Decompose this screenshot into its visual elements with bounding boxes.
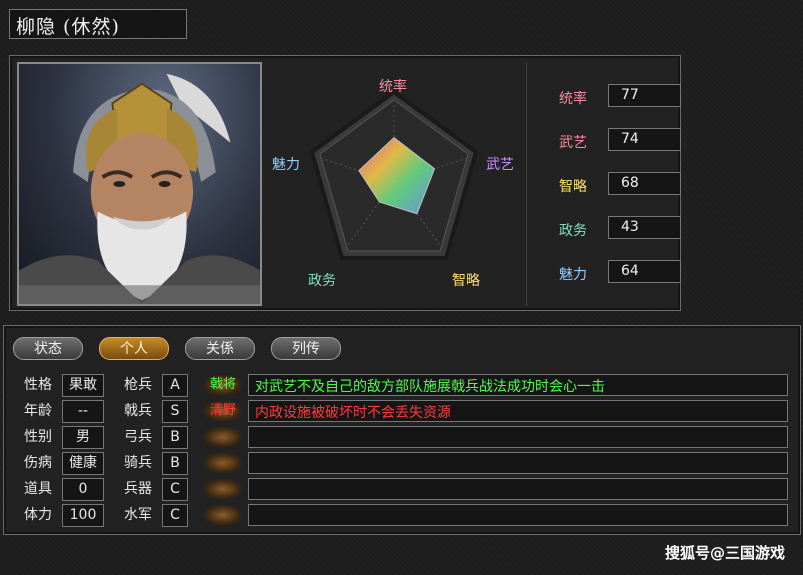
personal-label: 体力 [24,507,52,523]
aptitude-grade: B [162,452,188,475]
stat-value-war: 74 [608,128,681,151]
stat-value-intel: 68 [608,172,681,195]
aptitude-grade: B [162,426,188,449]
skill-tag-empty[interactable] [204,453,242,473]
portrait-image [19,73,260,304]
stat-label-charm: 魅力 [559,267,587,283]
tab-biography[interactable]: 列传 [271,337,341,360]
aptitude-label: 弓兵 [124,429,152,445]
stat-row-command: 统率 77 [547,84,681,110]
stat-row-war: 武艺 74 [547,128,681,154]
stat-label-politics: 政务 [559,223,587,239]
aptitude-grade: S [162,400,188,423]
general-name: 柳隐 (休然) [16,16,120,38]
skill-description-empty [248,504,788,526]
aptitude-label: 骑兵 [124,455,152,471]
radar-label-charm: 魅力 [272,157,300,173]
skill-tag[interactable]: 清野 [204,401,242,421]
tab-status[interactable]: 状态 [13,337,83,360]
aptitude-grade: C [162,504,188,527]
personal-value: 健康 [62,452,104,475]
radar-label-war: 武艺 [486,157,514,173]
aptitude-grade: A [162,374,188,397]
skill-description: 内政设施被破坏时不会丢失资源 [248,400,788,422]
stat-row-charm: 魅力 64 [547,260,681,286]
aptitude-label: 戟兵 [124,403,152,419]
stat-label-command: 统率 [559,91,587,107]
stat-value-politics: 43 [608,216,681,239]
skill-description-empty [248,478,788,500]
skill-tag-empty[interactable] [204,505,242,525]
general-portrait [17,62,262,306]
aptitude-grade: C [162,478,188,501]
watermark: 搜狐号@三国游戏 [664,544,785,562]
aptitude-label: 兵器 [124,481,152,497]
skill-tag-empty[interactable] [204,427,242,447]
stat-row-intel: 智略 68 [547,172,681,198]
personal-label: 伤病 [24,455,52,471]
stat-row-politics: 政务 43 [547,216,681,242]
personal-label: 道具 [24,481,52,497]
personal-value: 男 [62,426,104,449]
personal-label: 性格 [24,377,52,393]
stats-column: 统率 77 武艺 74 智略 68 政务 43 魅力 64 [526,62,681,306]
personal-value: -- [62,400,104,423]
skill-tag-empty[interactable] [204,479,242,499]
aptitude-label: 枪兵 [124,377,152,393]
personal-label: 年龄 [24,403,52,419]
personal-value: 果敢 [62,374,104,397]
personal-value: 0 [62,478,104,501]
tab-relations[interactable]: 关係 [185,337,255,360]
skill-description: 对武艺不及自己的敌方部队施展戟兵战法成功时会心一击 [248,374,788,396]
radar-label-intel: 智略 [452,273,480,289]
tab-personal[interactable]: 个人 [99,337,169,360]
personal-value: 100 [62,504,104,527]
stats-radar-chart: 统率 武艺 智略 政务 魅力 [266,62,522,306]
stat-value-command: 77 [608,84,681,107]
skill-tag[interactable]: 戟将 [204,375,242,395]
stat-label-intel: 智略 [559,179,587,195]
skill-description-empty [248,426,788,448]
stat-value-charm: 64 [608,260,681,283]
profile-panel: 统率 武艺 智略 政务 魅力 统率 77 武艺 74 智略 68 政务 43 魅… [9,55,681,311]
radar-label-politics: 政务 [308,273,336,289]
general-name-box: 柳隐 (休然) [9,9,187,39]
personal-label: 性别 [24,429,52,445]
skill-description-empty [248,452,788,474]
stat-label-war: 武艺 [559,135,587,151]
radar-label-command: 统率 [379,79,407,95]
detail-panel: 状态 个人 关係 列传 性格 果敢 年龄 -- 性别 男 伤病 健康 道具 0 … [3,325,801,535]
aptitude-label: 水军 [124,507,152,523]
